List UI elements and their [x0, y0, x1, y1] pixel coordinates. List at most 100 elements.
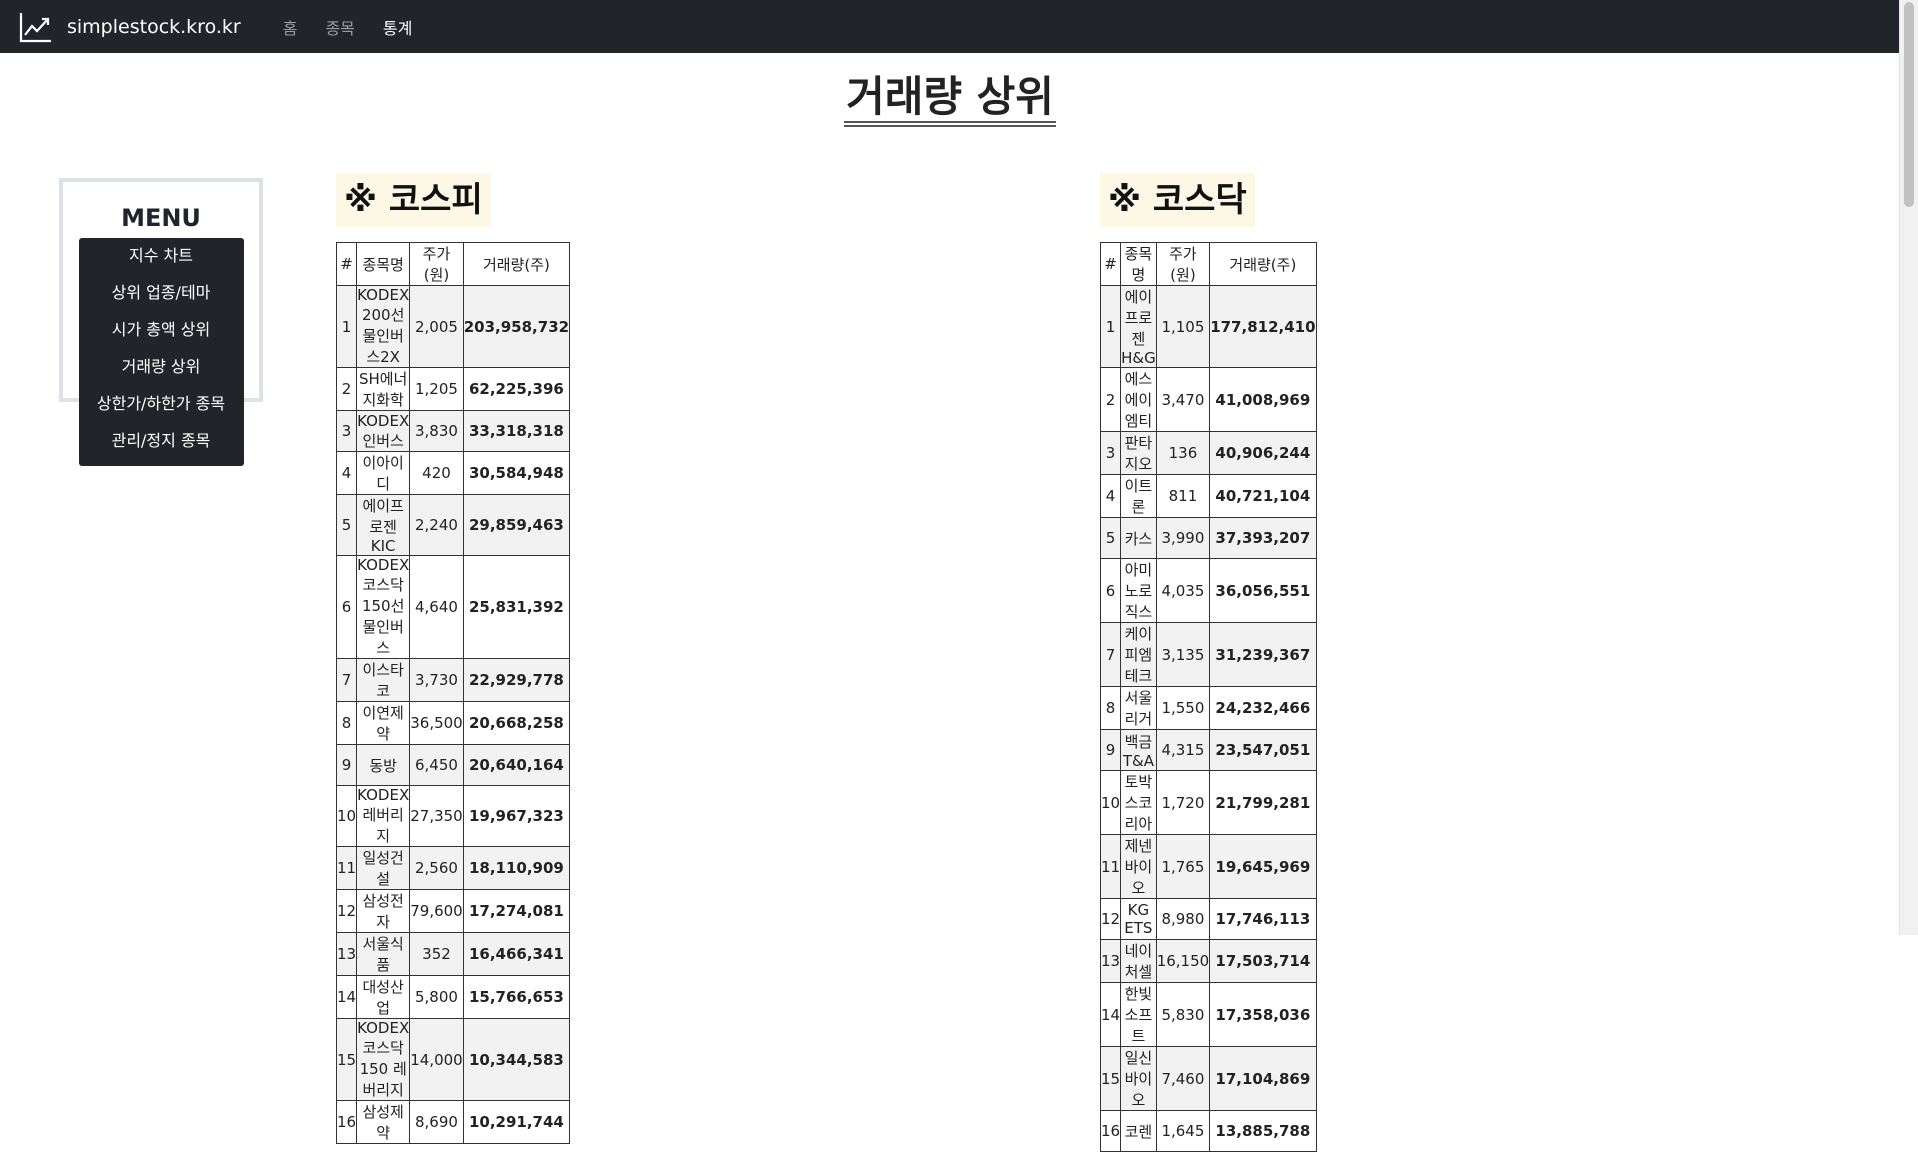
- table-row[interactable]: 15 일신바이오 7,460 17,104,869: [1099, 1046, 1317, 1111]
- rank-cell: 5: [1099, 517, 1122, 559]
- table-row[interactable]: 16 삼성제약 8,690 10,291,744: [335, 1100, 571, 1144]
- stock-name-cell[interactable]: 서울식품: [356, 932, 411, 976]
- stock-name-cell[interactable]: 대성산업: [356, 975, 411, 1019]
- stock-name-cell[interactable]: 삼성전자: [356, 889, 411, 933]
- stock-name-cell[interactable]: KODEX 코스닥150선물인버스: [356, 555, 411, 659]
- table-row[interactable]: 8 서울리거 1,550 24,232,466: [1099, 686, 1317, 730]
- table-row[interactable]: 11 일성건설 2,560 18,110,909: [335, 846, 571, 890]
- table-row[interactable]: 2 SH에너지화학 1,205 62,225,396: [335, 367, 571, 411]
- stock-name-cell[interactable]: 에이프로젠 KIC: [356, 494, 411, 556]
- stock-name-cell[interactable]: 일성건설: [356, 846, 411, 890]
- table-row[interactable]: 5 카스 3,990 37,393,207: [1099, 517, 1317, 559]
- stock-name-cell[interactable]: 토박스코리아: [1120, 770, 1157, 835]
- kospi-table: # 종목명 주가(원) 거래량(주) 1 KODEX 200선물인버스2X 2,00…: [335, 242, 571, 1144]
- volume-cell: 10,291,744: [462, 1100, 571, 1144]
- stock-name-cell[interactable]: 케이피엠테크: [1120, 622, 1157, 687]
- scrollbar-thumb[interactable]: [1904, 2, 1914, 207]
- stock-name-cell[interactable]: 동방: [356, 744, 411, 786]
- table-row[interactable]: 8 이연제약 36,500 20,668,258: [335, 701, 571, 745]
- rank-cell: 12: [1099, 898, 1122, 940]
- volume-cell: 15,766,653: [462, 975, 571, 1019]
- menu-item-top-sectors[interactable]: 상위 업종/테마: [79, 278, 244, 315]
- volume-cell: 25,831,392: [462, 555, 571, 659]
- stock-name-cell[interactable]: 코렌: [1120, 1110, 1157, 1152]
- stock-name-cell[interactable]: 에스에이엠티: [1120, 367, 1157, 432]
- volume-cell: 10,344,583: [462, 1018, 571, 1101]
- menu-item-index-chart[interactable]: 지수 차트: [79, 241, 244, 278]
- stock-name-cell[interactable]: 이트론: [1120, 474, 1157, 518]
- brand-link[interactable]: simplestock.kro.kr: [19, 11, 241, 43]
- table-row[interactable]: 4 이아이디 420 30,584,948: [335, 451, 571, 495]
- table-row[interactable]: 13 서울식품 352 16,466,341: [335, 932, 571, 976]
- table-row[interactable]: 12 KG ETS 8,980 17,746,113: [1099, 898, 1317, 940]
- trending-up-icon: [19, 12, 51, 42]
- stock-name-cell[interactable]: 카스: [1120, 517, 1157, 559]
- table-row[interactable]: 10 KODEX 레버리지 27,350 19,967,323: [335, 785, 571, 847]
- menu-item-limit-up-down[interactable]: 상한가/하한가 종목: [79, 389, 244, 426]
- nav-link-stats[interactable]: 통계: [383, 15, 412, 39]
- stock-name-cell[interactable]: 서울리거: [1120, 686, 1157, 730]
- table-row[interactable]: 3 KODEX 인버스 3,830 33,318,318: [335, 410, 571, 452]
- stock-name-cell[interactable]: 삼성제약: [356, 1100, 411, 1144]
- rank-cell: 4: [1099, 474, 1122, 518]
- nav-link-stocks[interactable]: 종목: [325, 15, 354, 39]
- table-row[interactable]: 4 이트론 811 40,721,104: [1099, 474, 1317, 518]
- price-cell: 2,240: [409, 494, 464, 556]
- volume-cell: 203,958,732: [462, 285, 571, 368]
- stock-name-cell[interactable]: KG ETS: [1120, 898, 1157, 940]
- menu-title: MENU: [121, 204, 201, 232]
- table-row[interactable]: 11 제넨바이오 1,765 19,645,969: [1099, 834, 1317, 899]
- stock-name-cell[interactable]: KODEX 200선물인버스2X: [356, 285, 411, 368]
- table-row[interactable]: 14 대성산업 5,800 15,766,653: [335, 975, 571, 1019]
- stock-name-cell[interactable]: 아미노로직스: [1120, 558, 1157, 623]
- table-row[interactable]: 9 백금T&A 4,315 23,547,051: [1099, 729, 1317, 771]
- menu-item-volume[interactable]: 거래량 상위: [79, 352, 244, 389]
- table-row[interactable]: 7 케이피엠테크 3,135 31,239,367: [1099, 622, 1317, 687]
- table-row[interactable]: 9 동방 6,450 20,640,164: [335, 744, 571, 786]
- stock-name-cell[interactable]: 판타지오: [1120, 431, 1157, 475]
- stock-name-cell[interactable]: SH에너지화학: [356, 367, 411, 411]
- stock-name-cell[interactable]: 이아이디: [356, 451, 411, 495]
- volume-cell: 17,503,714: [1209, 939, 1317, 983]
- table-row[interactable]: 1 KODEX 200선물인버스2X 2,005 203,958,732: [335, 285, 571, 368]
- price-cell: 811: [1155, 474, 1211, 518]
- table-row[interactable]: 1 에이프로젠 H&G 1,105 177,812,410: [1099, 285, 1317, 368]
- stock-name-cell[interactable]: KODEX 레버리지: [356, 785, 411, 847]
- stock-name-cell[interactable]: 이스타코: [356, 658, 411, 702]
- col-stock-name: 종목명: [1120, 242, 1157, 286]
- page-scrollbar[interactable]: [1899, 0, 1918, 935]
- stock-name-cell[interactable]: 네이처셀: [1120, 939, 1157, 983]
- table-row[interactable]: 14 한빛소프트 5,830 17,358,036: [1099, 982, 1317, 1047]
- volume-cell: 62,225,396: [462, 367, 571, 411]
- price-cell: 6,450: [409, 744, 464, 786]
- table-row[interactable]: 16 코렌 1,645 13,885,788: [1099, 1110, 1317, 1152]
- menu-list: 지수 차트 상위 업종/테마 시가 총액 상위 거래량 상위 상한가/하한가 종…: [78, 238, 244, 466]
- stock-name-cell[interactable]: 제넨바이오: [1120, 834, 1157, 899]
- volume-cell: 13,885,788: [1209, 1110, 1317, 1152]
- rank-cell: 15: [335, 1018, 358, 1101]
- table-row[interactable]: 13 네이처셀 16,150 17,503,714: [1099, 939, 1317, 983]
- price-cell: 3,830: [409, 410, 464, 452]
- menu-item-market-cap[interactable]: 시가 총액 상위: [79, 315, 244, 352]
- table-row[interactable]: 7 이스타코 3,730 22,929,778: [335, 658, 571, 702]
- stock-name-cell[interactable]: 일신바이오: [1120, 1046, 1157, 1111]
- stock-name-cell[interactable]: KODEX 인버스: [356, 410, 411, 452]
- table-row[interactable]: 12 삼성전자 79,600 17,274,081: [335, 889, 571, 933]
- menu-item-managed-suspended[interactable]: 관리/정지 종목: [79, 426, 244, 463]
- stock-name-cell[interactable]: KODEX 코스닥150 레버리지: [356, 1018, 411, 1101]
- stock-name-cell[interactable]: 한빛소프트: [1120, 982, 1157, 1047]
- stock-name-cell[interactable]: 백금T&A: [1120, 729, 1157, 771]
- table-row[interactable]: 6 아미노로직스 4,035 36,056,551: [1099, 558, 1317, 623]
- table-row[interactable]: 6 KODEX 코스닥150선물인버스 4,640 25,831,392: [335, 555, 571, 659]
- stock-name-cell[interactable]: 에이프로젠 H&G: [1120, 285, 1157, 368]
- nav-link-home[interactable]: 홈: [283, 15, 298, 39]
- table-row[interactable]: 5 에이프로젠 KIC 2,240 29,859,463: [335, 494, 571, 556]
- table-row[interactable]: 3 판타지오 136 40,906,244: [1099, 431, 1317, 475]
- table-row[interactable]: 10 토박스코리아 1,720 21,799,281: [1099, 770, 1317, 835]
- rank-cell: 3: [335, 410, 358, 452]
- rank-cell: 15: [1099, 1046, 1122, 1111]
- table-row[interactable]: 2 에스에이엠티 3,470 41,008,969: [1099, 367, 1317, 432]
- volume-cell: 19,967,323: [462, 785, 571, 847]
- stock-name-cell[interactable]: 이연제약: [356, 701, 411, 745]
- table-row[interactable]: 15 KODEX 코스닥150 레버리지 14,000 10,344,583: [335, 1018, 571, 1101]
